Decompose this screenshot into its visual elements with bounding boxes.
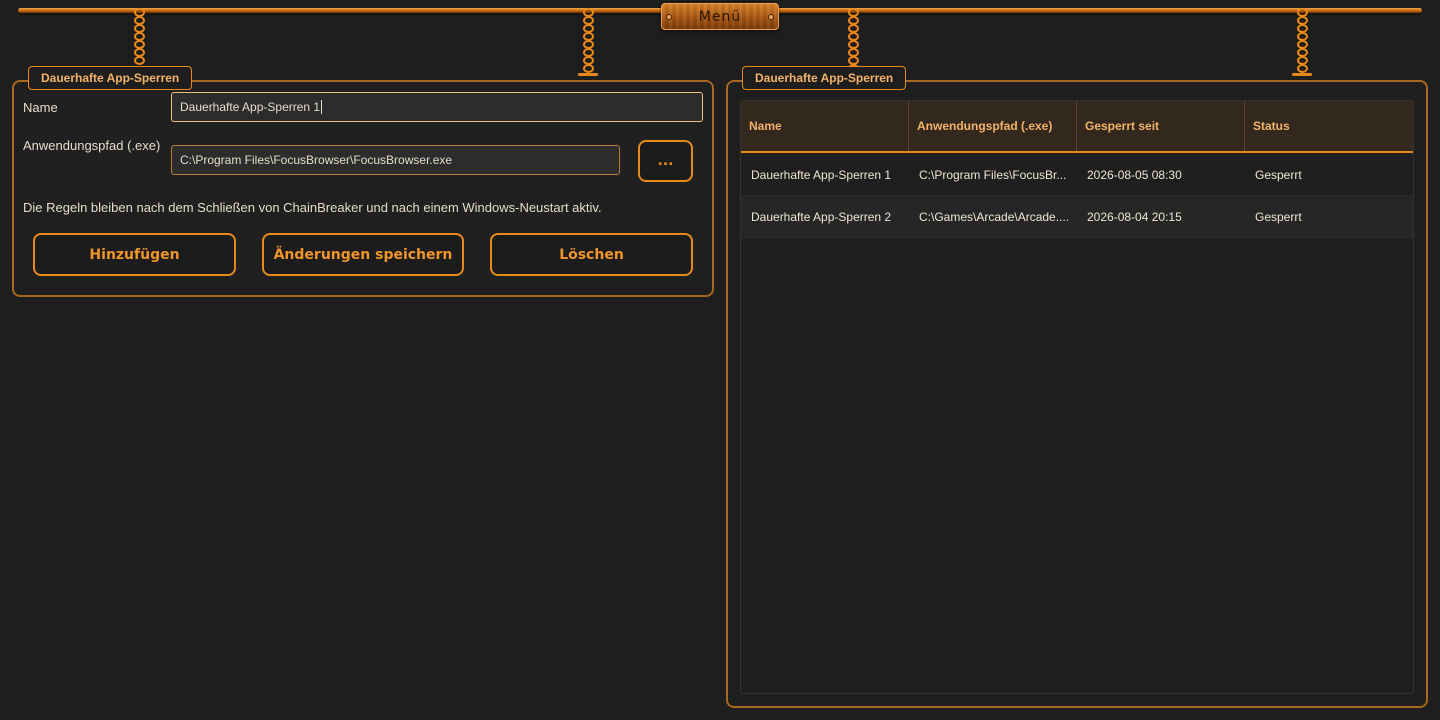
chain-decoration-4 bbox=[1292, 8, 1312, 76]
persistence-hint: Die Regeln bleiben nach dem Schließen vo… bbox=[23, 200, 602, 215]
cell-name: Dauerhafte App-Sperren 2 bbox=[751, 209, 892, 224]
menu-button[interactable]: Menü bbox=[661, 3, 779, 30]
name-label: Name bbox=[23, 100, 58, 115]
column-header-status[interactable]: Status bbox=[1245, 101, 1413, 151]
rivet-icon bbox=[666, 14, 672, 20]
browse-button[interactable]: ... bbox=[638, 140, 693, 182]
path-label: Anwendungspfad (.exe) bbox=[23, 138, 161, 153]
table-row[interactable]: Dauerhafte App-Sperren 2 C:\Games\Arcade… bbox=[741, 196, 1413, 238]
path-input[interactable]: C:\Program Files\FocusBrowser\FocusBrows… bbox=[171, 145, 620, 175]
cell-path: C:\Games\Arcade\Arcade.... bbox=[919, 209, 1070, 224]
chain-decoration-2 bbox=[578, 8, 598, 76]
cell-locked-since: 2026-08-04 20:15 bbox=[1087, 209, 1182, 224]
column-header-locked-since[interactable]: Gesperrt seit bbox=[1077, 101, 1245, 151]
name-input-value: Dauerhafte App-Sperren 1 bbox=[180, 100, 321, 114]
path-input-value: C:\Program Files\FocusBrowser\FocusBrows… bbox=[180, 153, 453, 167]
column-header-name[interactable]: Name bbox=[741, 101, 909, 151]
cell-locked-since: 2026-08-05 08:30 bbox=[1087, 167, 1182, 182]
cell-path: C:\Program Files\FocusBr... bbox=[919, 167, 1067, 182]
text-caret bbox=[321, 100, 323, 114]
cell-status: Gesperrt bbox=[1255, 209, 1302, 224]
add-button[interactable]: Hinzufügen bbox=[33, 233, 236, 276]
save-changes-button[interactable]: Änderungen speichern bbox=[262, 233, 464, 276]
chain-decoration-1 bbox=[132, 8, 146, 65]
rivet-icon bbox=[768, 14, 774, 20]
lock-table: Name Anwendungspfad (.exe) Gesperrt seit… bbox=[740, 100, 1414, 694]
table-header: Name Anwendungspfad (.exe) Gesperrt seit… bbox=[741, 101, 1413, 153]
cell-status: Gesperrt bbox=[1255, 167, 1302, 182]
lock-list-panel-title: Dauerhafte App-Sperren bbox=[742, 66, 907, 90]
chain-decoration-3 bbox=[846, 8, 860, 73]
column-header-path[interactable]: Anwendungspfad (.exe) bbox=[909, 101, 1077, 151]
table-row[interactable]: Dauerhafte App-Sperren 1 C:\Program File… bbox=[741, 154, 1413, 196]
lock-editor-panel-title: Dauerhafte App-Sperren bbox=[28, 66, 193, 90]
name-input[interactable]: Dauerhafte App-Sperren 1 bbox=[171, 92, 703, 122]
cell-name: Dauerhafte App-Sperren 1 bbox=[751, 167, 892, 182]
menu-label: Menü bbox=[698, 8, 742, 25]
delete-button[interactable]: Löschen bbox=[490, 233, 693, 276]
